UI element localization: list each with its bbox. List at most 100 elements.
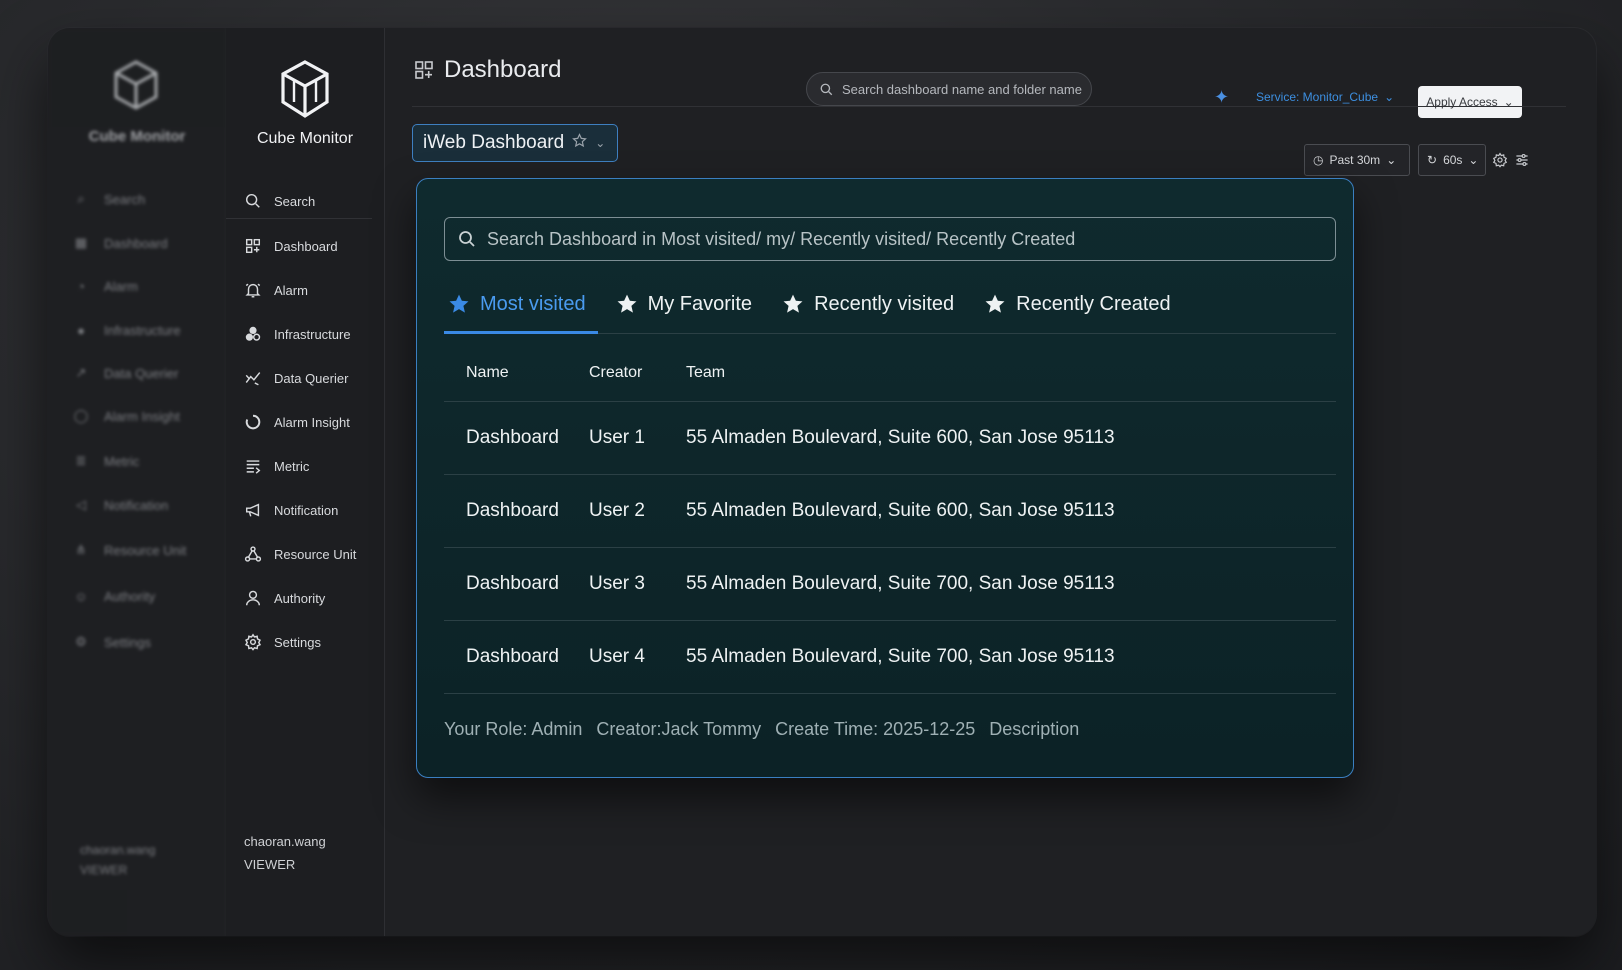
table-row[interactable]: Dashboard User 2 55 Almaden Boulevard, S…	[444, 475, 1336, 548]
list-icon	[242, 455, 264, 477]
time-range-label: Past 30m	[1329, 153, 1381, 167]
chevron-down-icon: ⌄	[1468, 153, 1479, 167]
sidebar-item-authority[interactable]: Authority	[226, 581, 384, 615]
grid-icon	[242, 235, 264, 257]
search-icon	[459, 231, 475, 247]
row-creator: User 1	[589, 427, 645, 448]
refresh-interval-picker[interactable]: ↻ 60s ⌄	[1418, 144, 1486, 176]
tab-recently-visited[interactable]: Recently visited	[778, 277, 966, 331]
row-team: 55 Almaden Boulevard, Suite 600, San Jos…	[686, 500, 1115, 521]
table-row[interactable]: Dashboard User 1 55 Almaden Boulevard, S…	[444, 402, 1336, 475]
tab-label: Recently visited	[814, 292, 955, 315]
sidebar-item-label: Settings	[274, 634, 321, 650]
dashboard-picker-panel: Search Dashboard in Most visited/ my/ Re…	[416, 178, 1354, 778]
sidebar-item-search[interactable]: Search	[226, 184, 372, 219]
gear-icon[interactable]	[1492, 152, 1508, 168]
sidebar-item-dashboard[interactable]: Dashboard	[226, 229, 384, 263]
sidebar-item-label: Metric	[274, 458, 310, 474]
bell-icon	[242, 279, 264, 301]
footer-create-time: Create Time: 2025-12-25	[775, 719, 976, 739]
sidebar-item-label: Data Querier	[274, 370, 349, 386]
cluster-icon	[242, 323, 264, 345]
favorite-star-icon[interactable]	[572, 132, 588, 154]
background-sidebar: Cube Monitor ⌕ Search ▦ Dashboard ◔ Alarm ●…	[48, 28, 227, 936]
page-title: Dashboard	[414, 56, 561, 84]
sidebar-item-alarm-insight[interactable]: Alarm Insight	[226, 405, 384, 439]
sidebar-item-label: Authority	[274, 590, 326, 606]
ghost-user-role: VIEWER	[80, 863, 128, 877]
sliders-icon[interactable]	[1514, 152, 1530, 168]
tab-label: My Favorite	[647, 292, 753, 315]
search-icon	[820, 83, 833, 95]
row-name: Dashboard	[466, 573, 559, 594]
user-info[interactable]: chaoran.wang VIEWER	[244, 830, 326, 876]
ghost-item-alarm-insight: ◯ Alarm Insight	[73, 408, 180, 424]
table-header: Name Creator Team	[444, 345, 1336, 402]
column-header-team[interactable]: Team	[686, 364, 1336, 382]
row-team: 55 Almaden Boulevard, Suite 600, San Jos…	[686, 427, 1115, 448]
sidebar-item-label: Notification	[274, 502, 339, 518]
sparkle-icon[interactable]: ✦	[1214, 88, 1232, 106]
ghost-item-authority: ☺ Authority	[74, 588, 156, 604]
cube-logo-icon	[281, 60, 329, 118]
ghost-item-settings: ⚙ Settings	[75, 634, 151, 650]
user-icon	[242, 587, 264, 609]
sidebar-item-resource-unit[interactable]: Resource Unit	[226, 537, 384, 571]
panel-search-input[interactable]: Search Dashboard in Most visited/ my/ Re…	[444, 217, 1336, 261]
sidebar-item-label: Alarm	[274, 282, 308, 298]
column-header-name[interactable]: Name	[444, 364, 589, 382]
tab-label: Most visited	[480, 292, 586, 315]
ghost-item-search: ⌕ Search	[77, 191, 146, 207]
dashboard-table: Name Creator Team Dashboard User 1 55 Al…	[444, 345, 1336, 694]
table-row[interactable]: Dashboard User 3 55 Almaden Boulevard, S…	[444, 548, 1336, 621]
star-icon	[617, 294, 637, 313]
app-window: Cube Monitor ⌕ Search ▦ Dashboard ◔ Alarm ●…	[48, 28, 1596, 936]
main-content: Dashboard Search dashboard name and fold…	[384, 28, 1596, 936]
ghost-item-notification: ◁ Notification	[76, 497, 169, 513]
footer-role: Your Role: Admin	[444, 719, 583, 739]
star-icon	[985, 294, 1005, 313]
ghost-item-resource-unit: ⋔ Resource Unit	[75, 542, 187, 558]
service-selector[interactable]: Service: Monitor_Cube ⌄	[1256, 90, 1394, 104]
panel-footer: Your Role: Admin Creator:Jack Tommy Crea…	[444, 719, 1079, 740]
page-title-text: Dashboard	[444, 56, 562, 83]
star-icon	[449, 294, 469, 313]
row-creator: User 4	[589, 646, 645, 667]
service-label: Service: Monitor_Cube	[1256, 90, 1379, 104]
sidebar-item-alarm[interactable]: Alarm	[226, 273, 384, 307]
footer-description: Description	[989, 719, 1080, 739]
row-creator: User 2	[589, 500, 645, 521]
star-icon	[783, 294, 803, 313]
ghost-item-metric: ≣ Metric	[75, 453, 140, 469]
dashboard-selector[interactable]: iWeb Dashboard ⌄	[412, 124, 618, 162]
tab-my-favorite[interactable]: My Favorite	[612, 277, 764, 331]
row-name: Dashboard	[466, 500, 559, 521]
column-header-creator[interactable]: Creator	[589, 364, 686, 382]
app-name: Cube Monitor	[256, 130, 354, 147]
sidebar-item-notification[interactable]: Notification	[226, 493, 384, 527]
gear-icon	[242, 631, 264, 653]
sidebar-item-data-querier[interactable]: Data Querier	[226, 361, 384, 395]
ring-icon	[242, 411, 264, 433]
ghost-item-data-querier: ↗ Data Querier	[75, 365, 179, 381]
grid-icon	[415, 61, 433, 79]
clock-icon: ◷	[1313, 153, 1324, 167]
apply-access-button[interactable]: Apply Access ⌄	[1418, 86, 1522, 118]
dashboard-search-input[interactable]: Search dashboard name and folder name	[806, 72, 1092, 106]
table-row[interactable]: Dashboard User 4 55 Almaden Boulevard, S…	[444, 621, 1336, 694]
sidebar-item-infrastructure[interactable]: Infrastructure	[226, 317, 384, 351]
ghost-item-dashboard: ▦ Dashboard	[74, 235, 168, 251]
tab-recently-created[interactable]: Recently Created	[980, 277, 1183, 331]
ghost-item-alarm: ◔ Alarm	[77, 278, 138, 294]
header-divider	[412, 106, 1566, 107]
time-range-picker[interactable]: ◷ Past 30m ⌄	[1304, 144, 1410, 176]
sidebar-item-settings[interactable]: Settings	[226, 625, 384, 659]
sidebar-item-label: Search	[274, 193, 316, 209]
sidebar-item-metric[interactable]: Metric	[226, 449, 384, 483]
toolbar-icons	[1492, 152, 1530, 168]
tab-most-visited[interactable]: Most visited	[444, 277, 598, 334]
sidebar-nav: Search Dashboard Alarm Infrastructure Da…	[226, 184, 384, 669]
search-icon	[242, 190, 264, 212]
row-name: Dashboard	[466, 427, 559, 448]
chevron-down-icon: ⌄	[595, 136, 606, 150]
